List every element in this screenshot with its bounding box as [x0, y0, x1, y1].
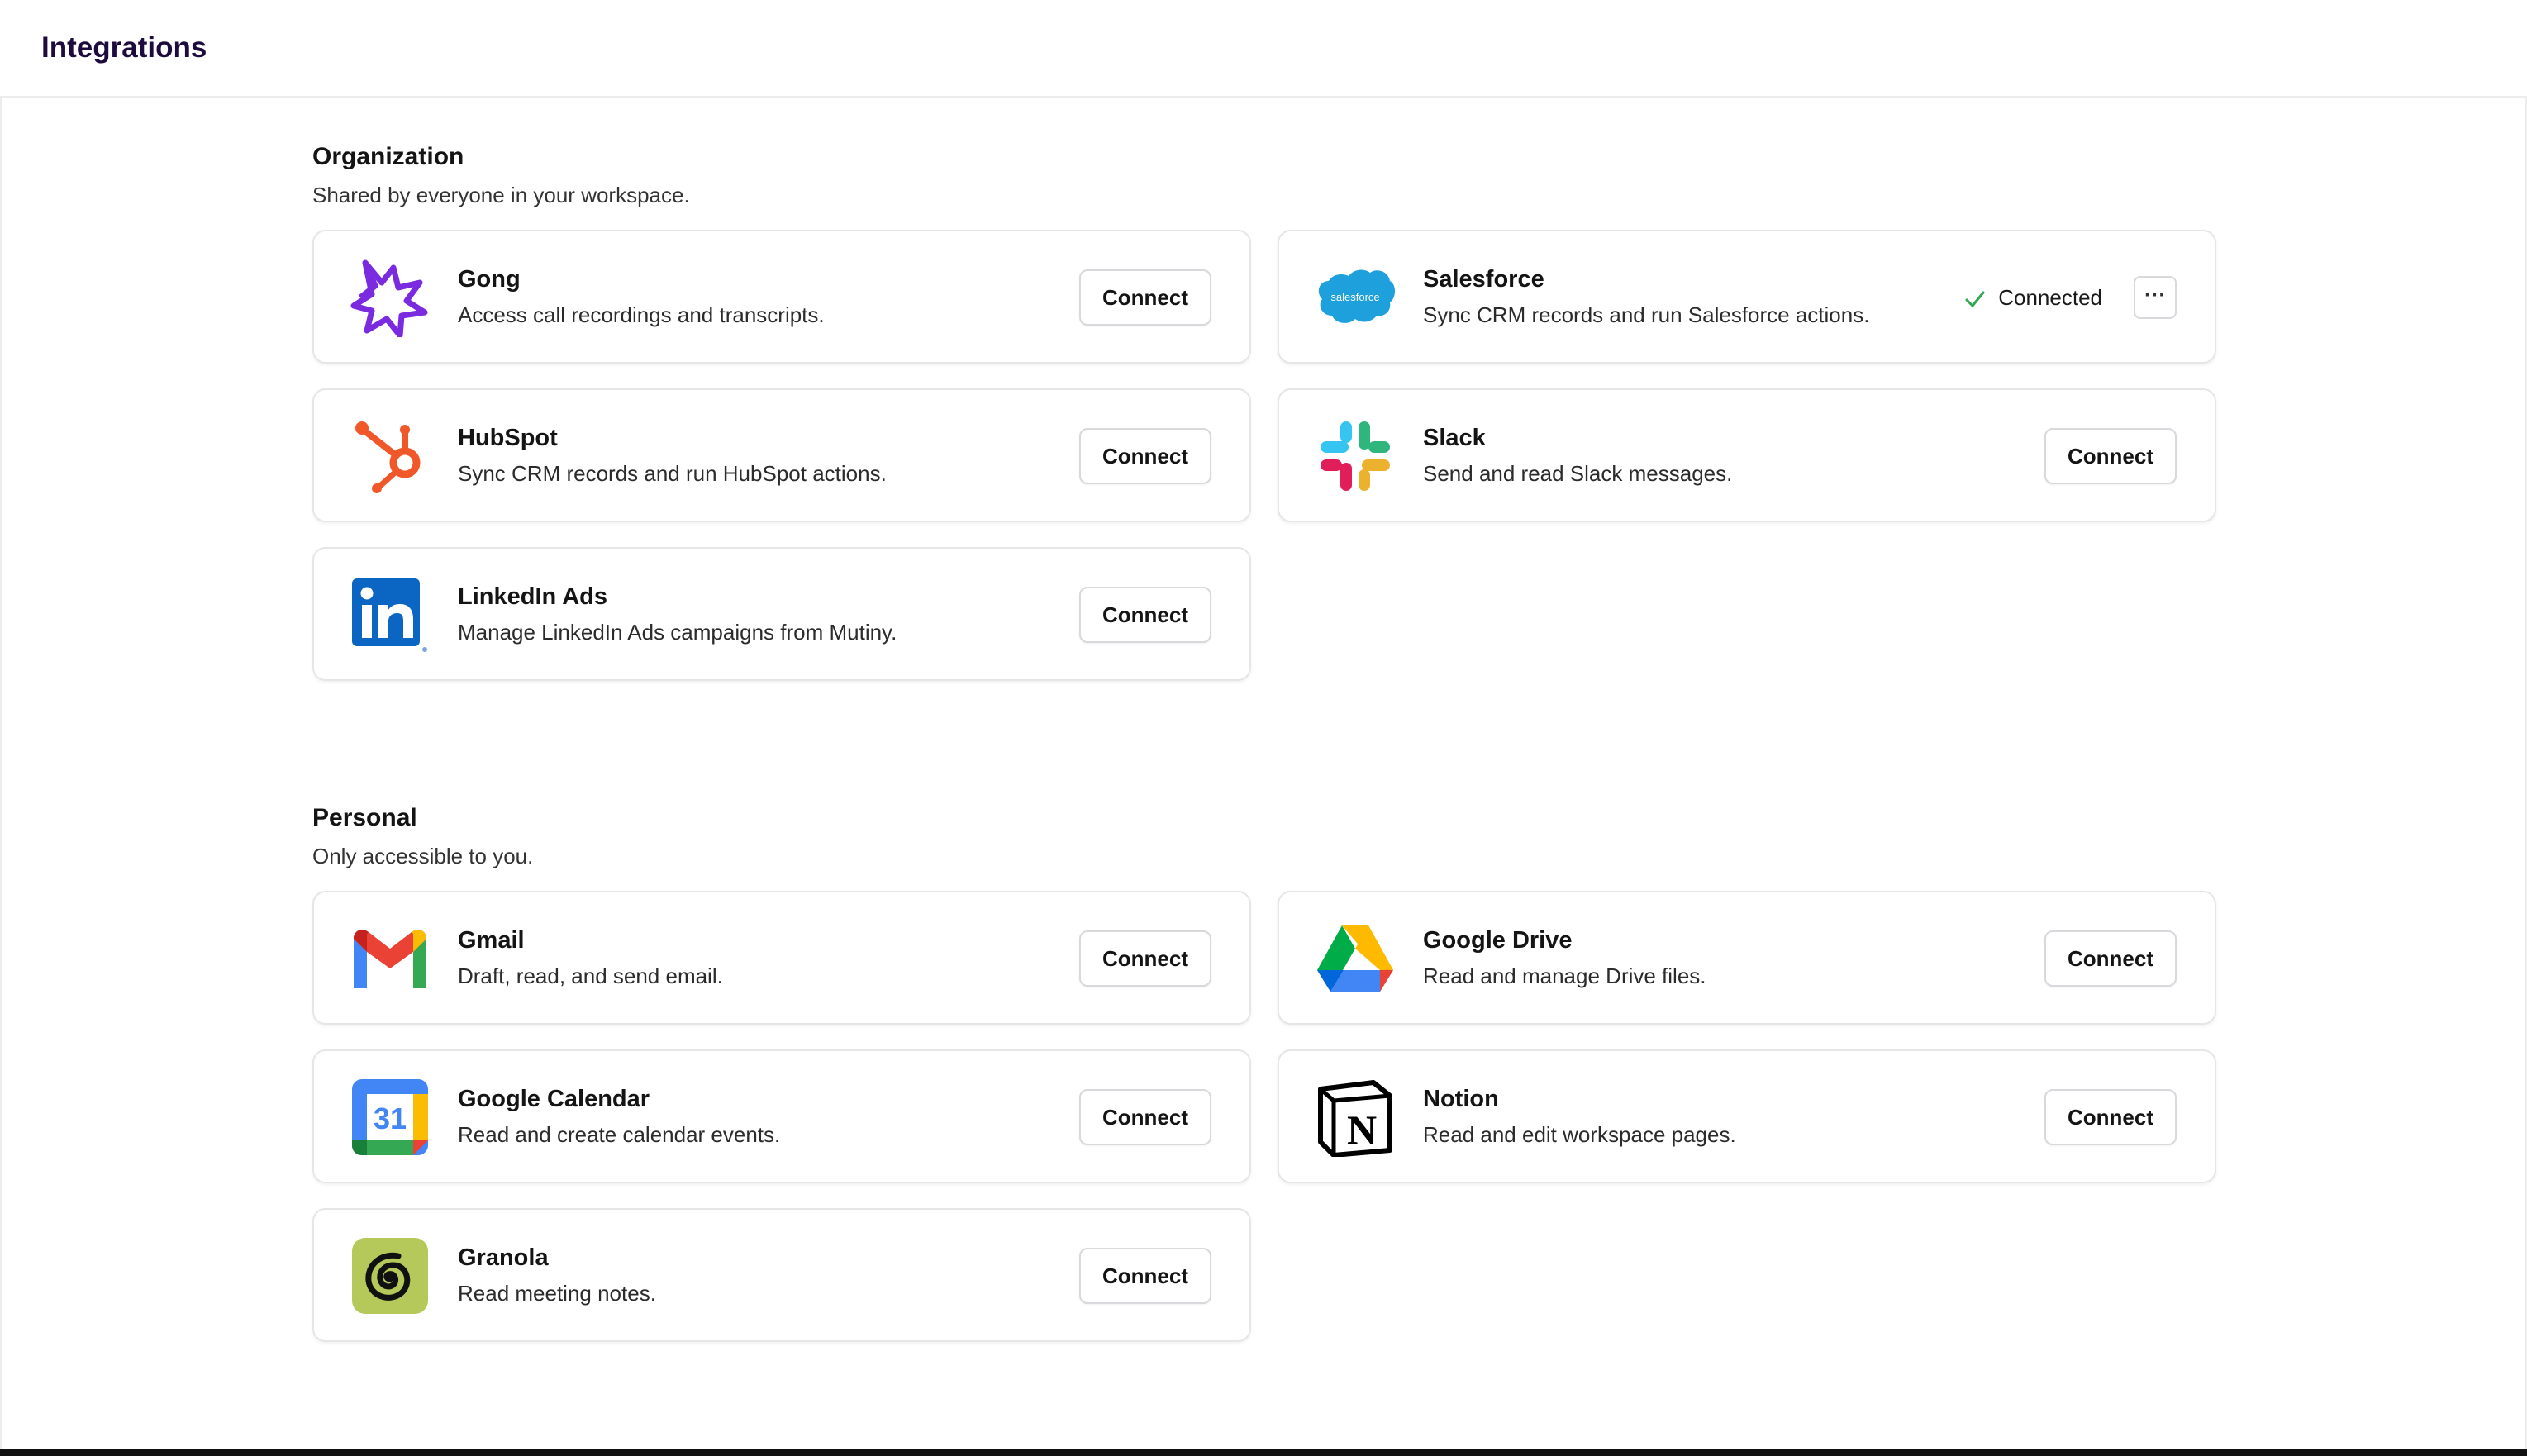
integration-description: Access call recordings and transcripts.: [458, 302, 825, 327]
integration-name: Gong: [458, 266, 521, 293]
salesforce-icon: salesforce: [1316, 258, 1395, 337]
integration-description: Read and create calendar events.: [458, 1122, 781, 1147]
granola-icon: [350, 1236, 430, 1316]
section-title-organization: Organization: [312, 143, 464, 170]
integration-card-google-drive: Google Drive Read and manage Drive files…: [1278, 891, 2216, 1025]
integration-card-salesforce: salesforce Salesforce Sync CRM records a…: [1278, 230, 2216, 364]
integration-description: Send and read Slack messages.: [1423, 461, 1733, 486]
google-calendar-icon: 31: [350, 1078, 430, 1157]
integration-name: Notion: [1423, 1086, 1499, 1112]
section-title-personal: Personal: [312, 804, 417, 831]
calendar-day-text: 31: [374, 1102, 407, 1135]
integration-card-hubspot: HubSpot Sync CRM records and run HubSpot…: [312, 388, 1251, 522]
integration-description: Read meeting notes.: [458, 1281, 656, 1306]
integration-card-slack: Slack Send and read Slack messages. Conn…: [1278, 388, 2216, 522]
integration-card-notion: N Notion Read and edit workspace pages. …: [1278, 1049, 2216, 1183]
integration-description: Sync CRM records and run HubSpot actions…: [458, 461, 887, 486]
salesforce-logo-text: salesforce: [1330, 291, 1379, 303]
integration-name: HubSpot: [458, 425, 558, 451]
integration-card-gong: Gong Access call recordings and transcri…: [312, 230, 1251, 364]
top-bar: Integrations: [0, 0, 2527, 98]
connect-button-gmail[interactable]: Connect: [1079, 930, 1211, 987]
connect-button-google-drive[interactable]: Connect: [2044, 930, 2177, 987]
connect-button-notion[interactable]: Connect: [2044, 1089, 2177, 1145]
integration-description: Sync CRM records and run Salesforce acti…: [1423, 302, 1870, 327]
section-subtitle-organization: Shared by everyone in your workspace.: [312, 183, 690, 207]
gmail-icon: [350, 919, 430, 998]
check-icon: [1965, 291, 1985, 307]
more-options-button[interactable]: ···: [2134, 276, 2177, 319]
integration-name: Granola: [458, 1244, 549, 1271]
integration-description: Manage LinkedIn Ads campaigns from Mutin…: [458, 620, 897, 645]
section-subtitle-personal: Only accessible to you.: [312, 844, 534, 868]
left-border: [0, 98, 2, 1449]
integration-description: Read and manage Drive files.: [1423, 964, 1706, 988]
connect-button-gong[interactable]: Connect: [1079, 269, 1211, 326]
notion-icon: N: [1316, 1078, 1395, 1157]
hubspot-icon: [350, 416, 430, 496]
page-title: Integrations: [41, 31, 207, 64]
integration-name: Gmail: [458, 927, 525, 954]
integration-name: Slack: [1423, 425, 1486, 451]
integration-name: Google Drive: [1423, 927, 1573, 954]
connect-button-hubspot[interactable]: Connect: [1079, 428, 1211, 484]
connect-button-linkedin-ads[interactable]: Connect: [1079, 587, 1211, 643]
linkedin-icon: [350, 575, 430, 654]
connect-button-google-calendar[interactable]: Connect: [1079, 1089, 1211, 1145]
integration-description: Read and edit workspace pages.: [1423, 1122, 1736, 1147]
gong-icon: [350, 258, 430, 337]
slack-icon: [1316, 416, 1395, 496]
integration-card-linkedin-ads: LinkedIn Ads Manage LinkedIn Ads campaig…: [312, 547, 1251, 681]
connected-status: Connected: [1963, 281, 2102, 314]
connect-button-granola[interactable]: Connect: [1079, 1248, 1211, 1304]
integration-card-google-calendar: 31 Google Calendar Read and create calen…: [312, 1049, 1251, 1183]
notion-logo-text: N: [1347, 1106, 1377, 1153]
integration-card-gmail: Gmail Draft, read, and send email. Conne…: [312, 891, 1251, 1025]
integration-name: LinkedIn Ads: [458, 583, 607, 610]
bottom-edge: [0, 1449, 2527, 1456]
connected-label: Connected: [1998, 285, 2102, 310]
google-drive-icon: [1316, 919, 1395, 998]
integration-description: Draft, read, and send email.: [458, 964, 723, 988]
integration-card-granola: Granola Read meeting notes. Connect: [312, 1208, 1251, 1342]
integration-name: Google Calendar: [458, 1086, 650, 1112]
connect-button-slack[interactable]: Connect: [2044, 428, 2177, 484]
integration-name: Salesforce: [1423, 266, 1544, 293]
